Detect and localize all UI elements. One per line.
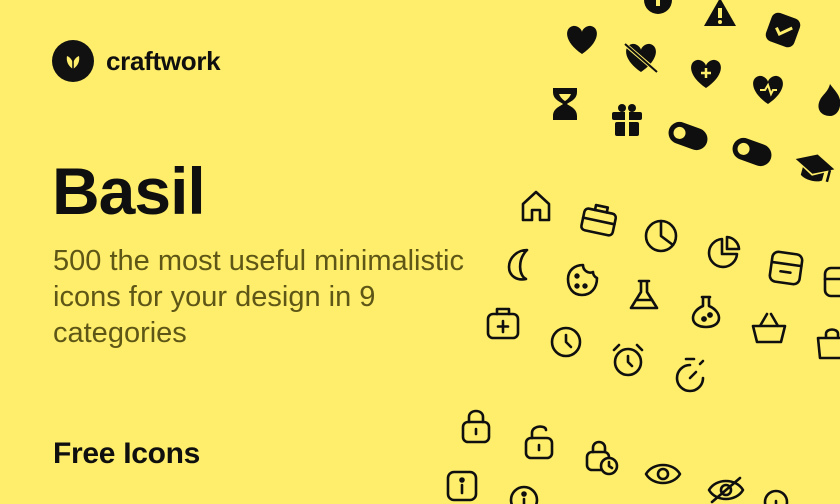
heart-slash-icon <box>624 43 658 73</box>
flask-icon <box>629 279 659 310</box>
eye-icon <box>644 463 682 485</box>
unlock-icon <box>524 425 554 460</box>
eye-slash-icon <box>707 476 745 504</box>
alarm-clock-icon <box>612 343 644 377</box>
warning-triangle-icon <box>704 0 736 26</box>
stopwatch-icon <box>675 357 705 393</box>
info-outline-icon <box>509 485 539 504</box>
info-small-icon <box>763 489 789 504</box>
heart-icon <box>567 25 597 54</box>
graduation-cap-icon <box>795 154 835 183</box>
toggle-off-icon <box>732 137 772 167</box>
box-icon <box>823 266 840 298</box>
toggle-on-icon <box>668 121 708 151</box>
heart-plus-icon <box>691 59 721 88</box>
potion-icon <box>691 295 721 329</box>
hourglass-icon <box>553 88 577 120</box>
home-icon <box>521 190 551 222</box>
briefcase-icon <box>580 203 618 237</box>
info-square-icon <box>446 470 478 502</box>
pie-chart-2-icon <box>707 235 741 269</box>
cookie-icon <box>566 263 599 297</box>
pie-chart-icon <box>644 219 678 253</box>
lock-time-icon <box>585 440 619 476</box>
heart-pulse-icon <box>753 75 783 104</box>
flame-icon <box>818 84 840 116</box>
shopping-bag-icon <box>816 328 840 360</box>
lock-icon <box>461 409 491 444</box>
moon-icon <box>507 248 529 281</box>
basket-icon <box>751 312 787 344</box>
archive-icon <box>768 250 804 286</box>
info-circle-icon <box>644 0 672 14</box>
medical-kit-icon <box>486 307 520 340</box>
checkbox-icon <box>765 12 801 48</box>
clock-icon <box>550 326 582 358</box>
icon-showcase <box>446 0 840 504</box>
gift-icon <box>612 104 642 136</box>
